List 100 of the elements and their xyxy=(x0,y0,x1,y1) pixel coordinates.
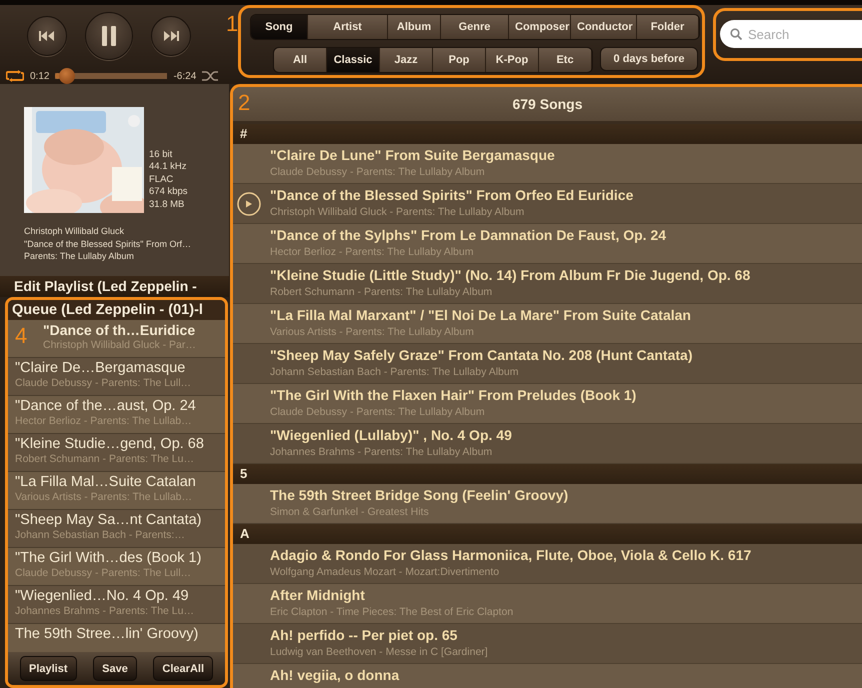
toolbar-button[interactable]: Save xyxy=(93,656,137,681)
toolbar-button[interactable]: Playlist xyxy=(20,656,77,681)
queue-item-subtitle: Johann Sebastian Bach - Parents:… xyxy=(15,529,186,541)
browse-tab[interactable]: Folder xyxy=(637,15,699,39)
queue-title: Queue (Led Zeppelin - (01)-l xyxy=(8,300,225,320)
queue-item-title: "Dance of the…aust, Op. 24 xyxy=(15,398,197,414)
song-subtitle: Robert Schumann - Parents: The Lullaby Album xyxy=(270,286,494,298)
queue-item-subtitle: Robert Schumann - Parents: The Lu… xyxy=(15,453,195,465)
format-detail: 16 bit xyxy=(149,148,174,161)
queue-item-title: "La Filla Mal…Suite Catalan xyxy=(15,474,197,490)
format-detail: 44.1 kHz xyxy=(149,161,188,174)
queue-item[interactable]: "Dance of the…aust, Op. 24 Hector Berlioz - Parents: The Lullab… xyxy=(8,396,225,434)
play-pause-button[interactable] xyxy=(85,12,133,60)
song-title: "Wiegenlied (Lullaby)" , No. 4 Op. 49 xyxy=(270,427,513,443)
shuffle-icon[interactable] xyxy=(202,70,220,82)
queue-item[interactable]: "Claire De…Bergamasque Claude Debussy - Parents: The Lull… xyxy=(8,358,225,396)
track-title: "Dance of the Blessed Spirits" From Orf… xyxy=(24,238,192,250)
section-header: A xyxy=(233,524,862,544)
queue-item[interactable]: The 59th Stree…lin' Groovy) xyxy=(8,624,225,652)
song-subtitle: Johann Sebastian Bach - Parents: The Lullaby Album xyxy=(270,366,520,378)
queue-item-title: "Claire De…Bergamasque xyxy=(15,360,186,376)
subcategory-tab[interactable]: Jazz xyxy=(380,48,433,72)
subcategory-tab[interactable]: Pop xyxy=(433,48,486,72)
song-subtitle: Hector Berlioz - Parents: The Lullaby Album xyxy=(270,246,474,258)
queue-item-title: "Dance of th…Euridice xyxy=(43,322,196,338)
song-subtitle: Claude Debussy - Parents: The Lullaby Album xyxy=(270,406,486,418)
song-title: Ah! vegiia, o donna xyxy=(270,667,400,683)
song-title: Ah! perfido -- Per piet op. 65 xyxy=(270,627,458,643)
playlist-title-bar[interactable]: Edit Playlist (Led Zeppelin - xyxy=(0,276,229,297)
search-field[interactable]: Search xyxy=(720,20,862,48)
browse-tab[interactable]: Album xyxy=(388,15,441,39)
browse-tab[interactable]: Artist xyxy=(308,15,388,39)
queue-item[interactable]: "Wiegenlied…No. 4 Op. 49 Johannes Brahms - Parents: The Lu… xyxy=(8,586,225,624)
song-title: "The Girl With the Flaxen Hair" From Preludes (Book 1) xyxy=(270,387,638,403)
queue-item[interactable]: "Sheep May Sa…nt Cantata) Johann Sebastian Bach - Parents:… xyxy=(8,510,225,548)
song-subtitle: Christoph Willibald Gluck - Parents: The Lullaby Album xyxy=(270,206,526,218)
queue-item[interactable]: "Kleine Studie…gend, Op. 68 Robert Schumann - Parents: The Lu… xyxy=(8,434,225,472)
next-icon xyxy=(163,31,179,41)
subcategory-tab[interactable]: K-Pop xyxy=(486,48,539,72)
song-row[interactable]: "La Filla Mal Marxant" / "El Noi De La Mare" From Suite Catalan Various Artists - Parents: The Lullaby Album xyxy=(233,304,862,344)
format-detail: 31.8 MB xyxy=(149,198,186,211)
queue-item-title: The 59th Stree…lin' Groovy) xyxy=(15,626,200,642)
song-title: "La Filla Mal Marxant" / "El Noi De La Mare" From Suite Catalan xyxy=(270,307,692,323)
song-title: "Kleine Studie (Little Study)" (No. 14) From Album Fr Die Jugend, Op. 68 xyxy=(270,267,752,283)
queue-item-subtitle: Christoph Willibald Gluck - Par… xyxy=(43,339,197,351)
song-subtitle: Claude Debussy - Parents: The Lullaby Album xyxy=(270,166,486,178)
song-title: The 59th Street Bridge Song (Feelin' Groovy) xyxy=(270,487,570,503)
subcategory-tab[interactable]: Etc xyxy=(539,48,592,72)
queue-item[interactable]: "The Girl With…des (Book 1) Claude Debussy - Parents: The Lull… xyxy=(8,548,225,586)
song-subtitle: Wolfgang Amadeus Mozart - Mozart:Divertimento xyxy=(270,566,500,578)
song-row[interactable]: "Claire De Lune" From Suite Bergamasque Claude Debussy - Parents: The Lullaby Album xyxy=(233,144,862,184)
callout-number: 2 xyxy=(238,92,250,114)
song-subtitle: Johannes Brahms - Parents: The Lullaby Album xyxy=(270,446,494,458)
previous-icon xyxy=(39,31,55,41)
subcategory-tab[interactable]: Classic xyxy=(327,48,380,72)
callout-number: 4 xyxy=(15,325,28,347)
song-row[interactable]: After Midnight Eric Clapton - Time Pieces: The Best of Eric Clapton xyxy=(233,584,862,624)
song-subtitle: Ludwig van Beethoven - Messe in C [Gardiner] xyxy=(270,646,489,658)
browse-tab[interactable]: Genre xyxy=(441,15,509,39)
subcategory-tab[interactable]: All xyxy=(274,48,327,72)
format-detail: 674 kbps xyxy=(149,186,188,198)
search-icon xyxy=(730,28,742,40)
song-title: After Midnight xyxy=(270,587,366,603)
song-title: "Claire De Lune" From Suite Bergamasque xyxy=(270,147,556,163)
track-album: Parents: The Lullaby Album xyxy=(24,250,135,262)
queue-item[interactable]: "La Filla Mal…Suite Catalan Various Artists - Parents: The Lullab… xyxy=(8,472,225,510)
elapsed-time: 0:12 xyxy=(30,70,50,82)
callout-number: 1 xyxy=(226,13,238,35)
browse-tab[interactable]: Composer xyxy=(509,15,571,39)
repeat-icon[interactable] xyxy=(6,70,24,82)
toolbar-button[interactable]: ClearAll xyxy=(153,656,213,681)
song-subtitle: Simon & Garfunkel - Greatest Hits xyxy=(270,506,430,518)
song-title: "Dance of the Blessed Spirits" From Orfeo Ed Euridice xyxy=(270,187,634,203)
section-header: # xyxy=(233,124,862,144)
queue-item-title: "Sheep May Sa…nt Cantata) xyxy=(15,512,202,528)
song-title: "Sheep May Safely Graze" From Cantata No. 208 (Hunt Cantata) xyxy=(270,347,694,363)
previous-button[interactable] xyxy=(27,16,67,56)
queue-item-title: "The Girl With…des (Book 1) xyxy=(15,550,202,566)
queue-item-subtitle: Johannes Brahms - Parents: The Lu… xyxy=(15,605,195,617)
next-button[interactable] xyxy=(151,16,191,56)
song-row[interactable]: "The Girl With the Flaxen Hair" From Preludes (Book 1) Claude Debussy - Parents: The Lullaby Album xyxy=(233,384,862,424)
queue-item[interactable]: 4 "Dance of th…Euridice Christoph Willibald Gluck - Par… xyxy=(8,320,225,358)
browse-tab[interactable]: Song xyxy=(251,15,308,39)
queue-item-title: "Kleine Studie…gend, Op. 68 xyxy=(15,436,205,452)
song-row[interactable]: "Dance of the Sylphs" From Le Damnation De Faust, Op. 24 Hector Berlioz - Parents: The Lullaby Album xyxy=(233,224,862,264)
song-subtitle: Eric Clapton - Time Pieces: The Best of Eric Clapton xyxy=(270,606,514,618)
browse-tab[interactable]: Conductor xyxy=(571,15,637,39)
date-filter-button[interactable]: 0 days before xyxy=(600,47,698,71)
queue-item-subtitle: Various Artists - Parents: The Lullab… xyxy=(15,491,194,503)
song-row[interactable]: Ah! vegiia, o donna xyxy=(233,664,862,688)
queue-item-subtitle: Claude Debussy - Parents: The Lull… xyxy=(15,567,192,579)
remaining-time: -6:24 xyxy=(173,70,196,82)
song-title: "Dance of the Sylphs" From Le Damnation De Faust, Op. 24 xyxy=(270,227,668,243)
queue-item-title: "Wiegenlied…No. 4 Op. 49 xyxy=(15,588,190,604)
song-row[interactable]: The 59th Street Bridge Song (Feelin' Groovy) Simon & Garfunkel - Greatest Hits xyxy=(233,484,862,524)
track-artist: Christoph Willibald Gluck xyxy=(24,225,126,238)
section-header: 5 xyxy=(233,464,862,484)
song-title: Adagio & Rondo For Glass Harmoniica, Flute, Oboe, Viola & Cello K. 617 xyxy=(270,547,752,563)
queue-item-subtitle: Claude Debussy - Parents: The Lull… xyxy=(15,377,192,389)
song-subtitle: Various Artists - Parents: The Lullaby Album xyxy=(270,326,475,338)
